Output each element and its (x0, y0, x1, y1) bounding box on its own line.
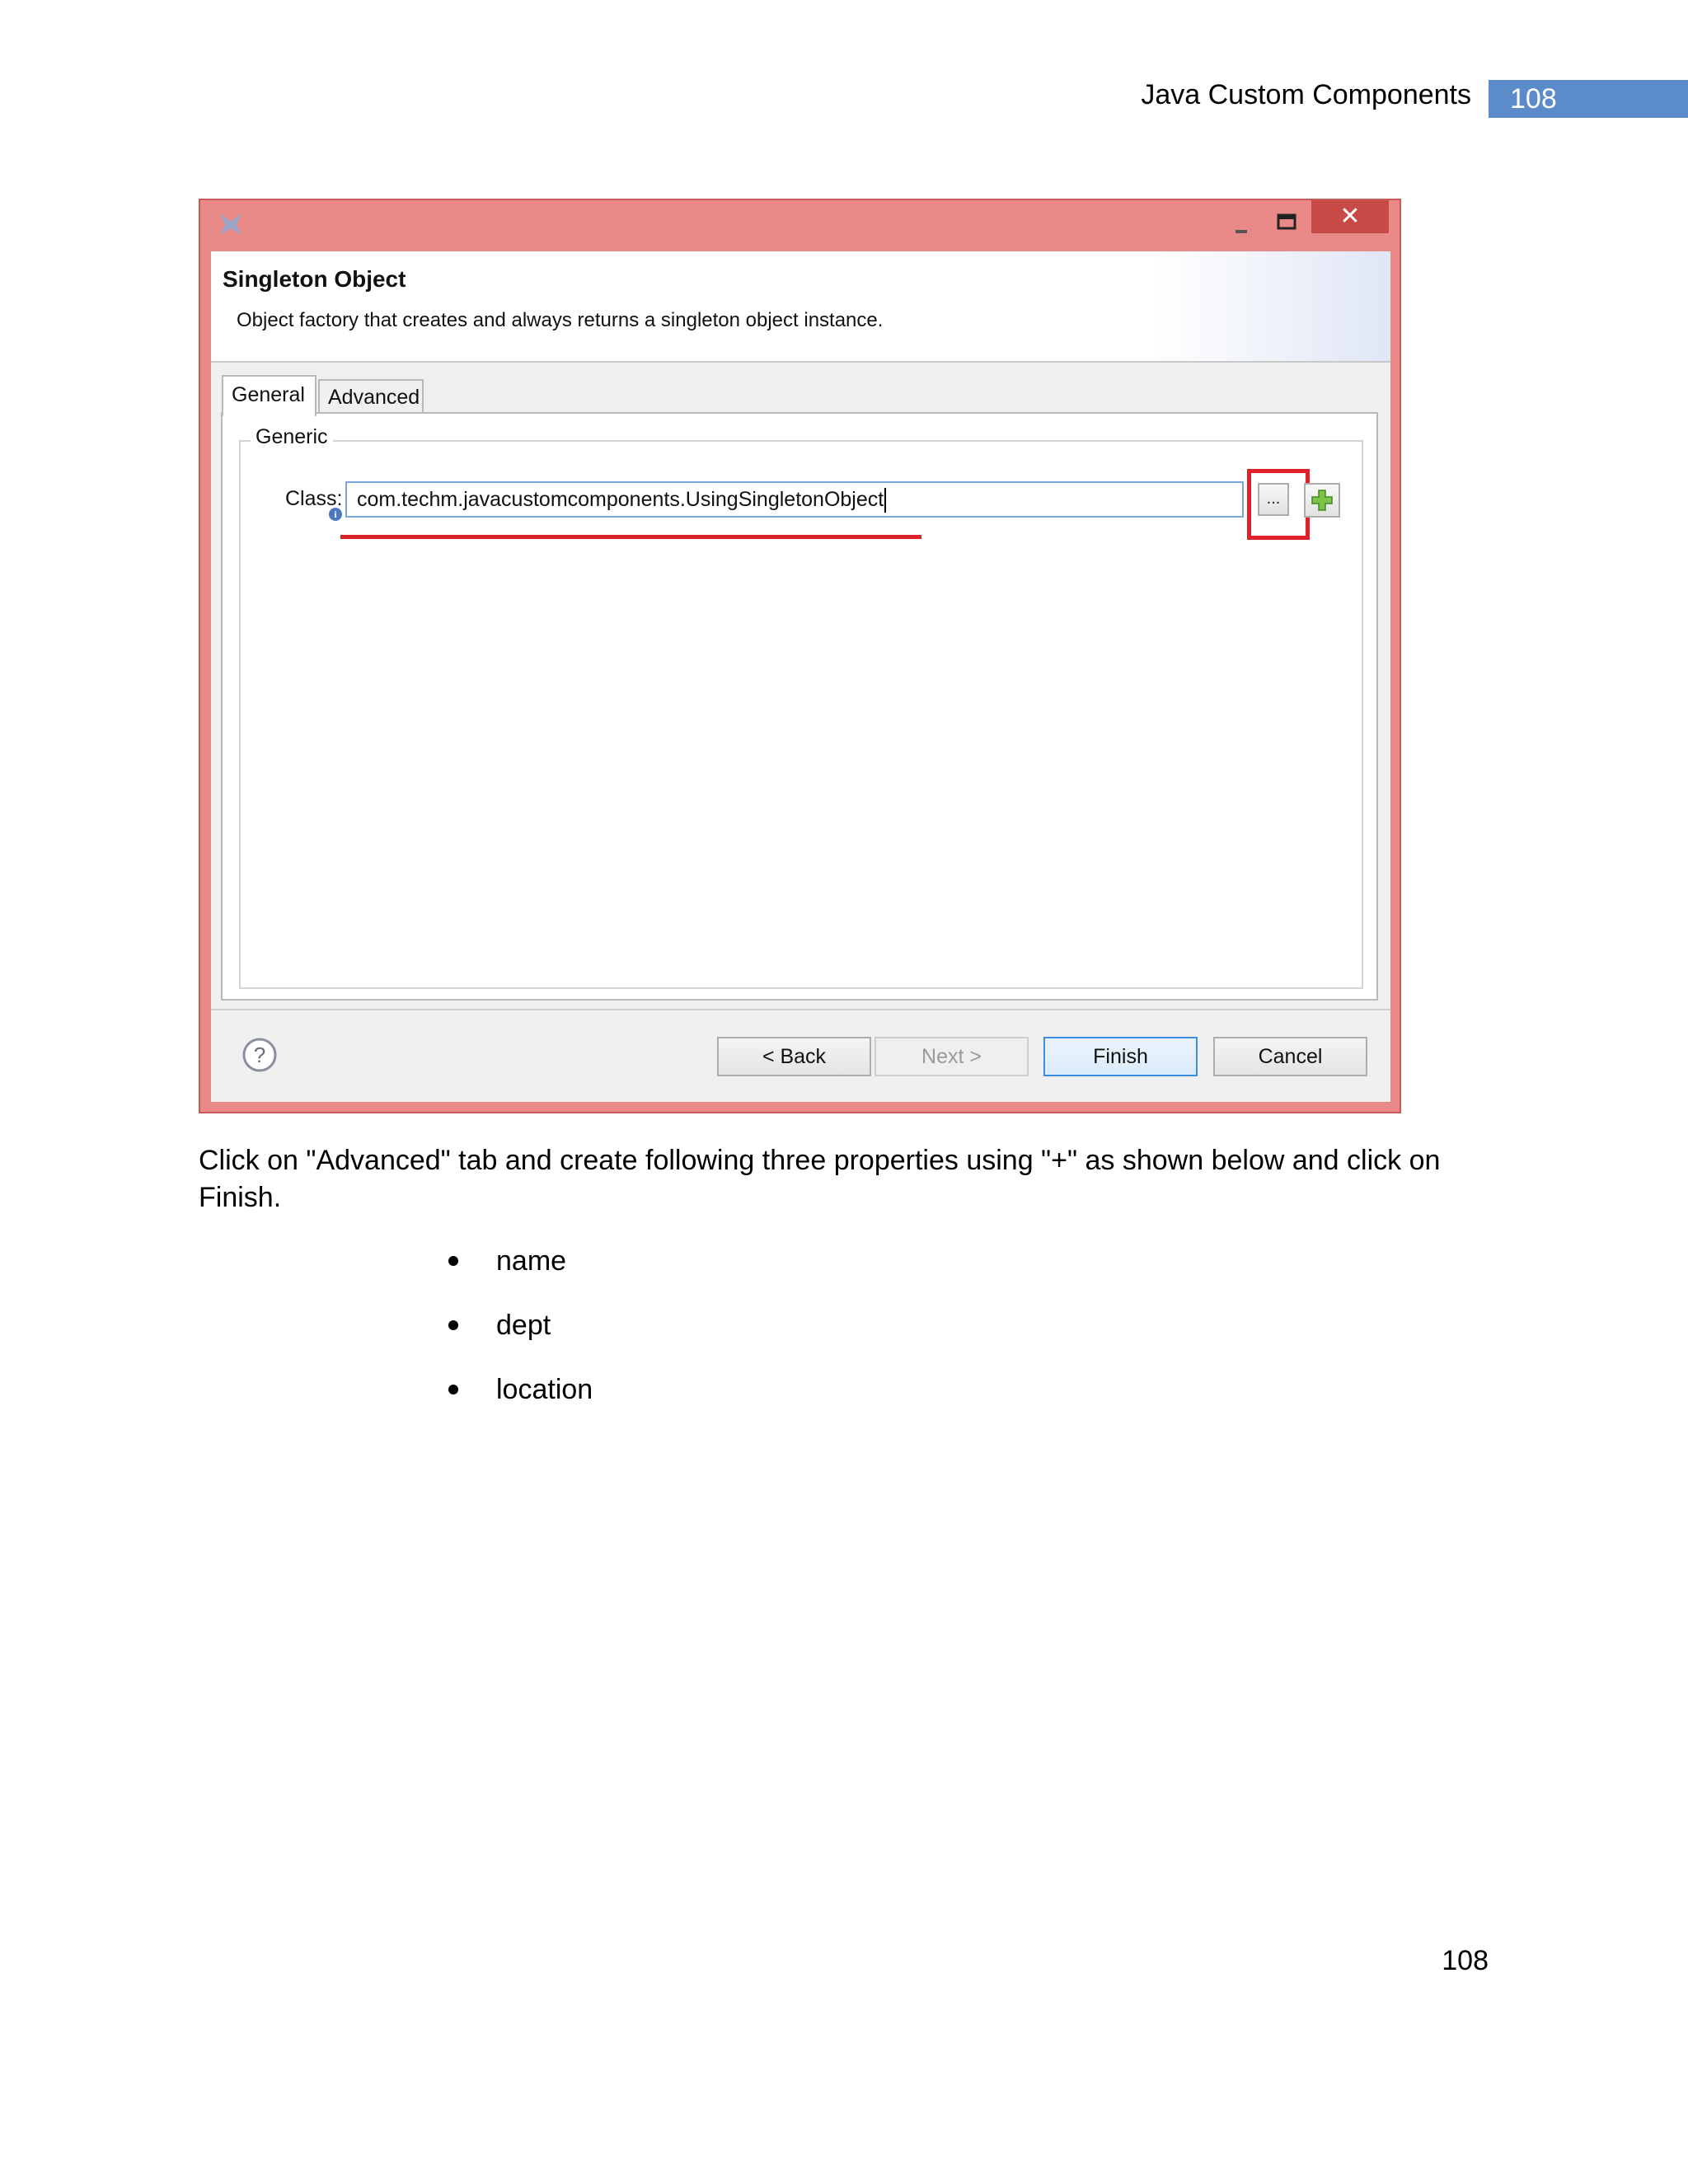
svg-text:?: ? (254, 1043, 265, 1067)
title-bar: ✕ (200, 200, 1400, 251)
maximize-icon[interactable] (1270, 209, 1303, 237)
text-caret (884, 488, 887, 513)
tab-panel: Generic Class: i com.techm.javacustomcom… (221, 412, 1378, 1001)
bullet-icon (448, 1256, 458, 1266)
group-label: Generic (251, 425, 333, 449)
finish-button[interactable]: Finish (1043, 1037, 1198, 1076)
bullet-icon (448, 1385, 458, 1394)
list-item: location (445, 1370, 593, 1434)
back-button[interactable]: < Back (717, 1037, 871, 1076)
info-icon: i (329, 508, 342, 521)
instruction-text: Click on "Advanced" tab and create follo… (199, 1145, 1441, 1213)
red-highlight-box (1247, 469, 1310, 540)
page-number-badge: 108 (1489, 80, 1688, 118)
generic-group: Generic Class: i com.techm.javacustomcom… (239, 425, 1363, 989)
close-icon: ✕ (1339, 203, 1361, 230)
property-name: name (496, 1245, 567, 1277)
cancel-button[interactable]: Cancel (1213, 1037, 1367, 1076)
list-item: dept (445, 1305, 593, 1370)
close-button[interactable]: ✕ (1311, 200, 1389, 233)
bullet-icon (448, 1320, 458, 1330)
tab-advanced[interactable]: Advanced (318, 379, 424, 414)
tab-general[interactable]: General (222, 375, 316, 416)
property-name: dept (496, 1310, 551, 1341)
property-list: name dept location (445, 1241, 593, 1434)
dialog-content: Singleton Object Object factory that cre… (211, 251, 1390, 1102)
footer-page-number: 108 (1442, 1945, 1489, 1976)
class-value: com.techm.javacustomcomponents.UsingSing… (357, 488, 884, 511)
dialog-window: ✕ Singleton Object Object factory that c… (199, 199, 1401, 1113)
plus-icon (1311, 490, 1333, 511)
add-button[interactable] (1304, 483, 1340, 518)
minimize-icon[interactable] (1227, 215, 1257, 240)
next-button[interactable]: Next > (874, 1037, 1029, 1076)
wizard-title: Singleton Object (223, 266, 406, 292)
wizard-description: Object factory that creates and always r… (237, 309, 884, 331)
property-name: location (496, 1374, 593, 1405)
red-underline-annotation (340, 535, 921, 539)
list-item: name (445, 1241, 593, 1305)
help-icon[interactable]: ? (241, 1037, 278, 1073)
wizard-banner: Singleton Object Object factory that cre… (211, 251, 1390, 363)
app-icon (220, 213, 241, 235)
page-header-title: Java Custom Components (1141, 79, 1471, 110)
class-field[interactable]: com.techm.javacustomcomponents.UsingSing… (345, 481, 1244, 518)
footer-separator (211, 1009, 1390, 1010)
